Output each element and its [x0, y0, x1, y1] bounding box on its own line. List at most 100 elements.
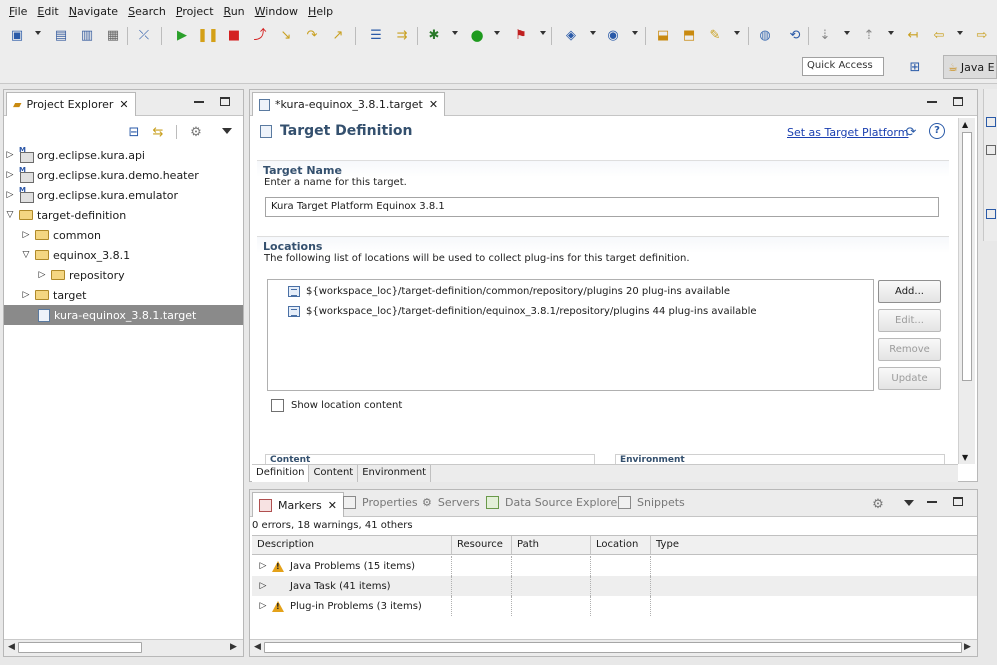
link-with-editor-icon[interactable]: ⇆: [149, 123, 167, 141]
tree-item-project[interactable]: ▷ org.eclipse.kura.api: [4, 145, 243, 165]
collapsed-icon[interactable]: ▷: [4, 150, 16, 160]
open-task-dropdown-icon[interactable]: [734, 31, 740, 35]
tree-item-project[interactable]: ▷ org.eclipse.kura.demo.heater: [4, 165, 243, 185]
web-browser-icon[interactable]: ◍: [756, 26, 774, 44]
collapsed-icon[interactable]: ▷: [257, 561, 269, 571]
previous-annotation-icon[interactable]: ⇡: [860, 26, 878, 44]
view-menu-icon[interactable]: ⚙: [187, 123, 205, 141]
menu-file[interactable]: File: [4, 5, 32, 18]
menu-navigate[interactable]: Navigate: [64, 5, 123, 18]
open-task-icon[interactable]: ✎: [706, 26, 724, 44]
minimize-icon[interactable]: [927, 501, 937, 503]
scroll-left-icon[interactable]: ◀: [8, 642, 15, 652]
maximize-icon[interactable]: [953, 97, 963, 106]
debug-icon[interactable]: ✱: [425, 26, 443, 44]
collapsed-icon[interactable]: ▷: [20, 290, 32, 300]
expanded-icon[interactable]: ▽: [20, 250, 32, 260]
tab-servers[interactable]: ⚙ Servers: [422, 496, 480, 509]
tree-item-folder[interactable]: ▷ repository: [4, 265, 243, 285]
maximize-icon[interactable]: [220, 97, 230, 106]
collapse-all-icon[interactable]: ⊟: [125, 123, 143, 141]
menu-help[interactable]: Help: [303, 5, 338, 18]
print-icon[interactable]: ▦: [104, 26, 122, 44]
menu-edit[interactable]: Edit: [32, 5, 63, 18]
vertical-scrollbar[interactable]: ▲ ▼: [958, 118, 975, 464]
help-icon[interactable]: ?: [929, 123, 945, 139]
collapsed-icon[interactable]: ▷: [36, 270, 48, 280]
horizontal-scrollbar[interactable]: ◀ ▶: [250, 639, 977, 656]
scroll-right-icon[interactable]: ▶: [964, 642, 971, 652]
maximize-icon[interactable]: [953, 497, 963, 506]
new-java-class-icon[interactable]: ◉: [604, 26, 622, 44]
chevron-down-icon[interactable]: [222, 128, 232, 134]
new-java-project-icon[interactable]: ◈: [562, 26, 580, 44]
quick-access-input[interactable]: Quick Access: [802, 57, 884, 76]
horizontal-scrollbar[interactable]: ◀ ▶: [4, 639, 243, 656]
open-type-icon[interactable]: ⬓: [654, 26, 672, 44]
scroll-left-icon[interactable]: ◀: [254, 642, 261, 652]
collapsed-icon[interactable]: ▷: [257, 581, 269, 591]
chevron-down-icon[interactable]: [904, 500, 914, 506]
back-dropdown-icon[interactable]: [957, 31, 963, 35]
close-icon[interactable]: ✕: [328, 499, 337, 512]
minimize-icon[interactable]: [194, 101, 204, 103]
tab-markers[interactable]: Markers ✕: [252, 492, 344, 517]
tree-item-project[interactable]: ▽ target-definition: [4, 205, 243, 225]
set-target-platform-link[interactable]: Set as Target Platform: [787, 126, 908, 139]
menu-window[interactable]: Window: [250, 5, 303, 18]
forward-icon[interactable]: ⇨: [973, 26, 991, 44]
menu-run[interactable]: Run: [219, 5, 250, 18]
minimize-icon[interactable]: [927, 101, 937, 103]
previous-annotation-dropdown-icon[interactable]: [888, 31, 894, 35]
tree-item-project[interactable]: ▷ org.eclipse.kura.emulator: [4, 185, 243, 205]
run-dropdown-icon[interactable]: [494, 31, 500, 35]
debug-dropdown-icon[interactable]: [452, 31, 458, 35]
scroll-up-icon[interactable]: ▲: [962, 120, 968, 129]
task-list-icon[interactable]: [986, 145, 996, 155]
java-perspective-button[interactable]: ☕ Java E: [943, 55, 997, 79]
scrollbar-thumb[interactable]: [264, 642, 962, 653]
tab-target-file[interactable]: *kura-equinox_3.8.1.target ✕: [252, 92, 446, 116]
save-icon[interactable]: ▤: [52, 26, 70, 44]
column-header[interactable]: Location: [591, 536, 651, 554]
new-dropdown-icon[interactable]: [35, 31, 41, 35]
new-java-class-dropdown-icon[interactable]: [632, 31, 638, 35]
restore-view-icon[interactable]: [986, 209, 996, 219]
scrollbar-thumb[interactable]: [18, 642, 142, 653]
skip-breakpoints-icon[interactable]: ⤫: [135, 26, 153, 44]
list-item[interactable]: ${workspace_loc}/target-definition/commo…: [288, 282, 730, 300]
save-all-icon[interactable]: ▥: [78, 26, 96, 44]
step-return-icon[interactable]: ↗: [329, 26, 347, 44]
resume-icon[interactable]: ▶: [173, 26, 191, 44]
new-java-project-dropdown-icon[interactable]: [590, 31, 596, 35]
tab-environment[interactable]: Environment: [358, 465, 432, 482]
step-over-icon[interactable]: ↷: [303, 26, 321, 44]
next-annotation-icon[interactable]: ⇣: [816, 26, 834, 44]
next-annotation-dropdown-icon[interactable]: [844, 31, 850, 35]
run-icon[interactable]: ●: [468, 26, 486, 44]
add-button[interactable]: Add...: [878, 280, 941, 303]
tree-item-folder[interactable]: ▷ common: [4, 225, 243, 245]
column-header[interactable]: Resource: [452, 536, 512, 554]
disconnect-icon[interactable]: ⤴: [251, 26, 269, 44]
tree-item-folder[interactable]: ▽ equinox_3.8.1: [4, 245, 243, 265]
tab-definition[interactable]: Definition: [252, 465, 310, 482]
tree-item-folder[interactable]: ▷ target: [4, 285, 243, 305]
show-location-content-checkbox[interactable]: Show location content: [271, 399, 402, 412]
use-step-filters-icon[interactable]: ☰: [367, 26, 385, 44]
table-row[interactable]: ▷ Java Task (41 items): [252, 576, 977, 596]
close-icon[interactable]: ✕: [119, 98, 128, 111]
external-tools-icon[interactable]: ⚑: [512, 26, 530, 44]
collapsed-icon[interactable]: ▷: [4, 190, 16, 200]
locations-list[interactable]: ${workspace_loc}/target-definition/commo…: [267, 279, 874, 391]
scrollbar-thumb[interactable]: [962, 132, 972, 381]
collapsed-icon[interactable]: ▷: [20, 230, 32, 240]
external-tools-dropdown-icon[interactable]: [540, 31, 546, 35]
target-name-field[interactable]: Kura Target Platform Equinox 3.8.1: [265, 197, 939, 217]
column-header[interactable]: Description: [252, 536, 452, 554]
view-menu-icon[interactable]: ⚙: [869, 495, 887, 513]
search-icon[interactable]: ⟲: [786, 26, 804, 44]
scroll-down-icon[interactable]: ▼: [962, 453, 968, 462]
close-icon[interactable]: ✕: [429, 98, 438, 111]
tab-snippets[interactable]: Snippets: [618, 496, 685, 509]
